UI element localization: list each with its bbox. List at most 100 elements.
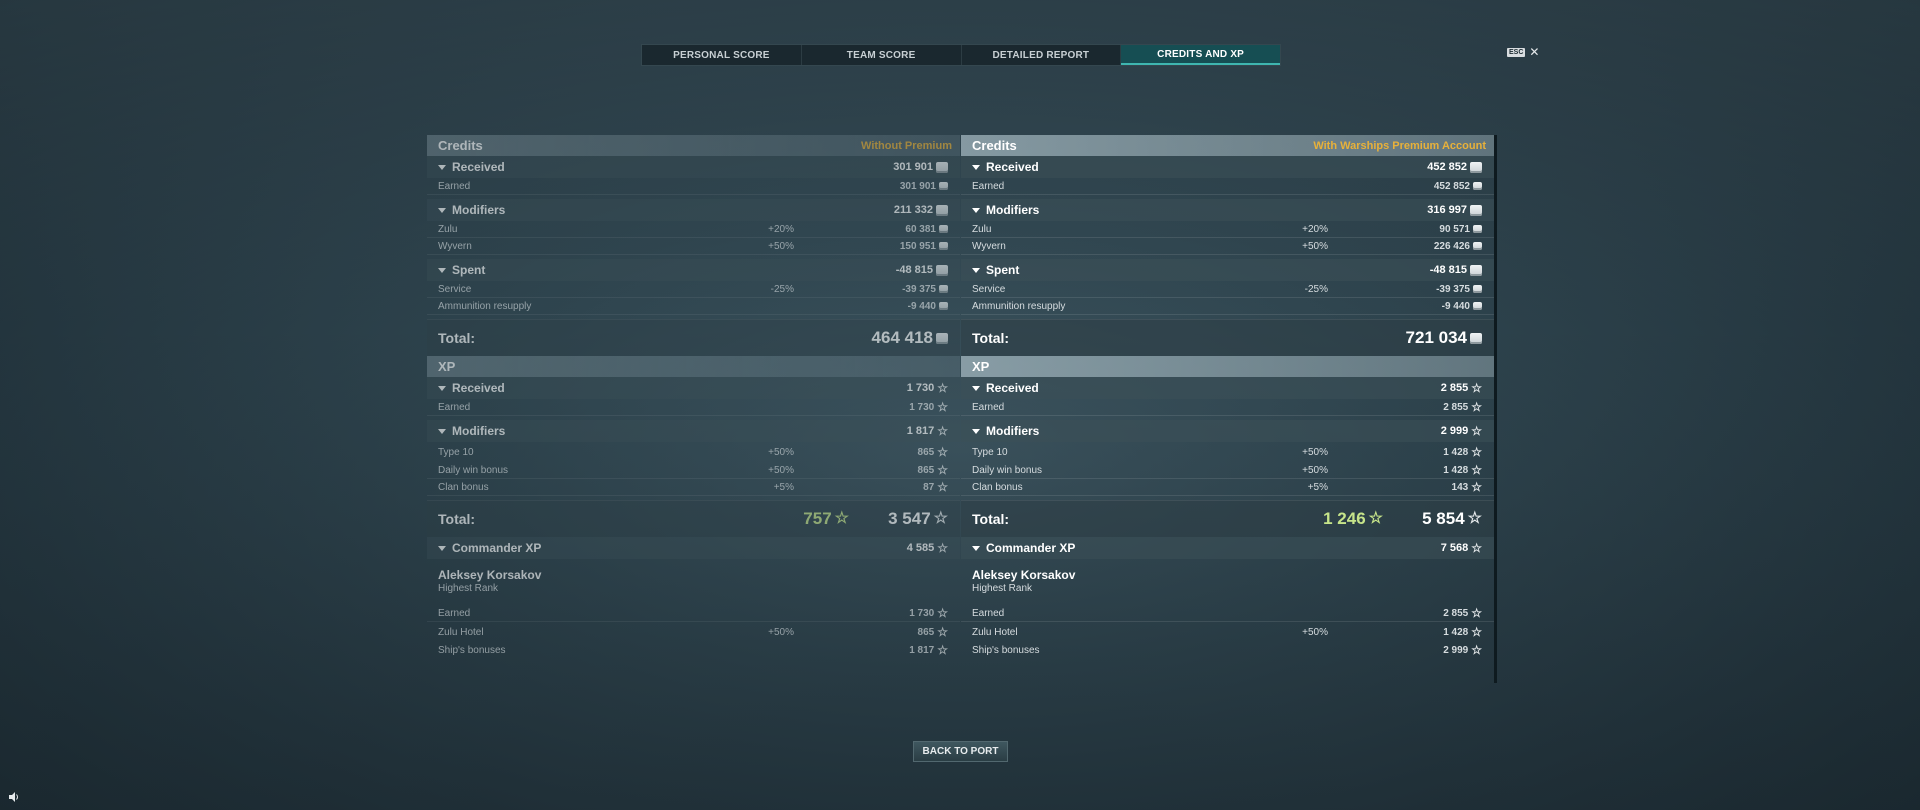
wyvern-row: Wyvern +50% 226 426 — [961, 238, 1494, 255]
row-label: Earned — [438, 180, 471, 192]
row-value: 2 855 — [1443, 401, 1469, 413]
row-percent: +50% — [768, 626, 794, 638]
type10-row: Type 10 +50% 1 428 ☆ — [961, 442, 1494, 462]
section-label: Spent — [452, 263, 486, 277]
total-label: Total: — [438, 330, 476, 346]
row-value: -9 440 — [907, 300, 936, 312]
section-label: Received — [986, 381, 1039, 395]
section-label: Received — [452, 160, 505, 174]
credits-coin-icon — [1470, 332, 1482, 344]
back-to-port-button[interactable]: BACK TO PORT — [913, 741, 1008, 762]
commander-xp-value: 4 585 — [906, 542, 935, 554]
section-label: Modifiers — [986, 424, 1040, 438]
section-label: Commander XP — [986, 541, 1076, 555]
credits-coin-icon — [1473, 285, 1482, 293]
credits-coin-icon — [936, 204, 948, 216]
credits-modifiers-section[interactable]: Modifiers 211 332 — [427, 199, 960, 221]
service-row: Service -25% -39 375 — [961, 281, 1494, 298]
tab-personal-score[interactable]: PERSONAL SCORE — [642, 45, 802, 65]
row-value: 60 381 — [905, 223, 936, 235]
total-value: 3 547 — [888, 509, 931, 528]
credits-modifiers-section[interactable]: Modifiers 316 997 — [961, 199, 1494, 221]
row-value: 90 571 — [1439, 223, 1470, 235]
xp-star-icon: ☆ — [937, 445, 948, 459]
section-label: Commander XP — [452, 541, 542, 555]
close-button[interactable]: ESC ✕ — [1507, 46, 1539, 58]
row-label: Clan bonus — [438, 481, 489, 493]
xp-star-icon: ☆ — [1471, 480, 1482, 494]
credits-spent-section[interactable]: Spent -48 815 — [427, 259, 960, 281]
xp-star-icon: ☆ — [1471, 424, 1482, 438]
collapse-triangle-icon — [438, 267, 446, 273]
row-label: Clan bonus — [972, 481, 1023, 493]
row-label: Daily win bonus — [438, 464, 509, 476]
total-value: 721 034 — [1405, 328, 1467, 347]
zulu-hotel-row: Zulu Hotel +50% 865 ☆ — [427, 622, 960, 642]
tab-credits-and-xp[interactable]: CREDITS AND XP — [1121, 45, 1280, 65]
row-value: 301 901 — [899, 180, 936, 192]
section-label: Modifiers — [452, 203, 506, 217]
credits-coin-icon — [936, 332, 948, 344]
xp-star-icon: ☆ — [1471, 381, 1482, 395]
credits-spent-section[interactable]: Spent -48 815 — [961, 259, 1494, 281]
credits-coin-icon — [1473, 302, 1482, 310]
xp-modifiers-section[interactable]: Modifiers 2 999 ☆ — [961, 420, 1494, 442]
credits-received-value: 301 901 — [893, 161, 933, 173]
total-value: 5 854 — [1422, 509, 1465, 528]
row-label: Earned — [972, 401, 1005, 413]
row-label: Ammunition resupply — [972, 300, 1066, 312]
row-value: 1 428 — [1443, 446, 1469, 458]
credits-coin-icon — [1473, 225, 1482, 233]
type10-row: Type 10 +50% 865 ☆ — [427, 442, 960, 462]
credits-header: Credits Without Premium — [427, 135, 960, 156]
xp-modifiers-section[interactable]: Modifiers 1 817 ☆ — [427, 420, 960, 442]
zulu-row: Zulu +20% 60 381 — [427, 221, 960, 238]
ship-bonuses-row: Ship's bonuses 1 817 ☆ — [427, 642, 960, 658]
commander-earned-row: Earned 2 855 ☆ — [961, 605, 1494, 622]
row-value: -39 375 — [902, 283, 936, 295]
credits-total: Total: 464 418 — [427, 319, 960, 356]
credits-coin-icon — [1473, 242, 1482, 250]
row-percent: +20% — [768, 223, 794, 235]
row-label: Earned — [438, 401, 471, 413]
credits-received-section[interactable]: Received 301 901 — [427, 156, 960, 178]
commander-rank: Highest Rank — [438, 583, 499, 594]
commander-xp-section[interactable]: Commander XP 7 568 ☆ — [961, 537, 1494, 559]
row-value: 1 428 — [1443, 626, 1469, 638]
xp-earned-row: Earned 2 855 ☆ — [961, 399, 1494, 416]
xp-received-value: 2 855 — [1440, 382, 1469, 394]
daily-win-bonus-row: Daily win bonus +50% 1 428 ☆ — [961, 462, 1494, 479]
row-label: Service — [972, 283, 1006, 295]
xp-star-icon: ☆ — [937, 463, 948, 477]
collapse-triangle-icon — [972, 545, 980, 551]
row-value: 452 852 — [1433, 180, 1470, 192]
collapse-triangle-icon — [438, 164, 446, 170]
commander-earned-row: Earned 1 730 ☆ — [427, 605, 960, 622]
row-label: Earned — [438, 607, 471, 619]
collapse-triangle-icon — [972, 428, 980, 434]
speaker-icon[interactable] — [8, 791, 20, 806]
xp-star-icon: ☆ — [937, 424, 948, 438]
tab-team-score[interactable]: TEAM SCORE — [802, 45, 962, 65]
credits-modifiers-value: 211 332 — [893, 204, 933, 216]
row-value: -39 375 — [1436, 283, 1470, 295]
account-type-label: With Warships Premium Account — [1313, 139, 1486, 152]
service-row: Service -25% -39 375 — [427, 281, 960, 298]
row-label: Zulu Hotel — [438, 626, 484, 638]
collapse-triangle-icon — [972, 207, 980, 213]
xp-received-section[interactable]: Received 1 730 ☆ — [427, 377, 960, 399]
xp-star-icon: ☆ — [1471, 445, 1482, 459]
xp-modifiers-value: 2 999 — [1440, 425, 1469, 437]
row-percent: +50% — [1302, 240, 1328, 252]
commander-xp-section[interactable]: Commander XP 4 585 ☆ — [427, 537, 960, 559]
row-percent: +5% — [1307, 481, 1328, 493]
credits-coin-icon — [1470, 161, 1482, 173]
credits-coin-icon — [1473, 182, 1482, 190]
collapse-triangle-icon — [438, 545, 446, 551]
row-label: Ship's bonuses — [972, 644, 1040, 656]
row-label: Type 10 — [438, 446, 474, 458]
xp-received-section[interactable]: Received 2 855 ☆ — [961, 377, 1494, 399]
total-free-xp-value: 757 — [803, 509, 832, 528]
tab-detailed-report[interactable]: DETAILED REPORT — [962, 45, 1122, 65]
credits-received-section[interactable]: Received 452 852 — [961, 156, 1494, 178]
